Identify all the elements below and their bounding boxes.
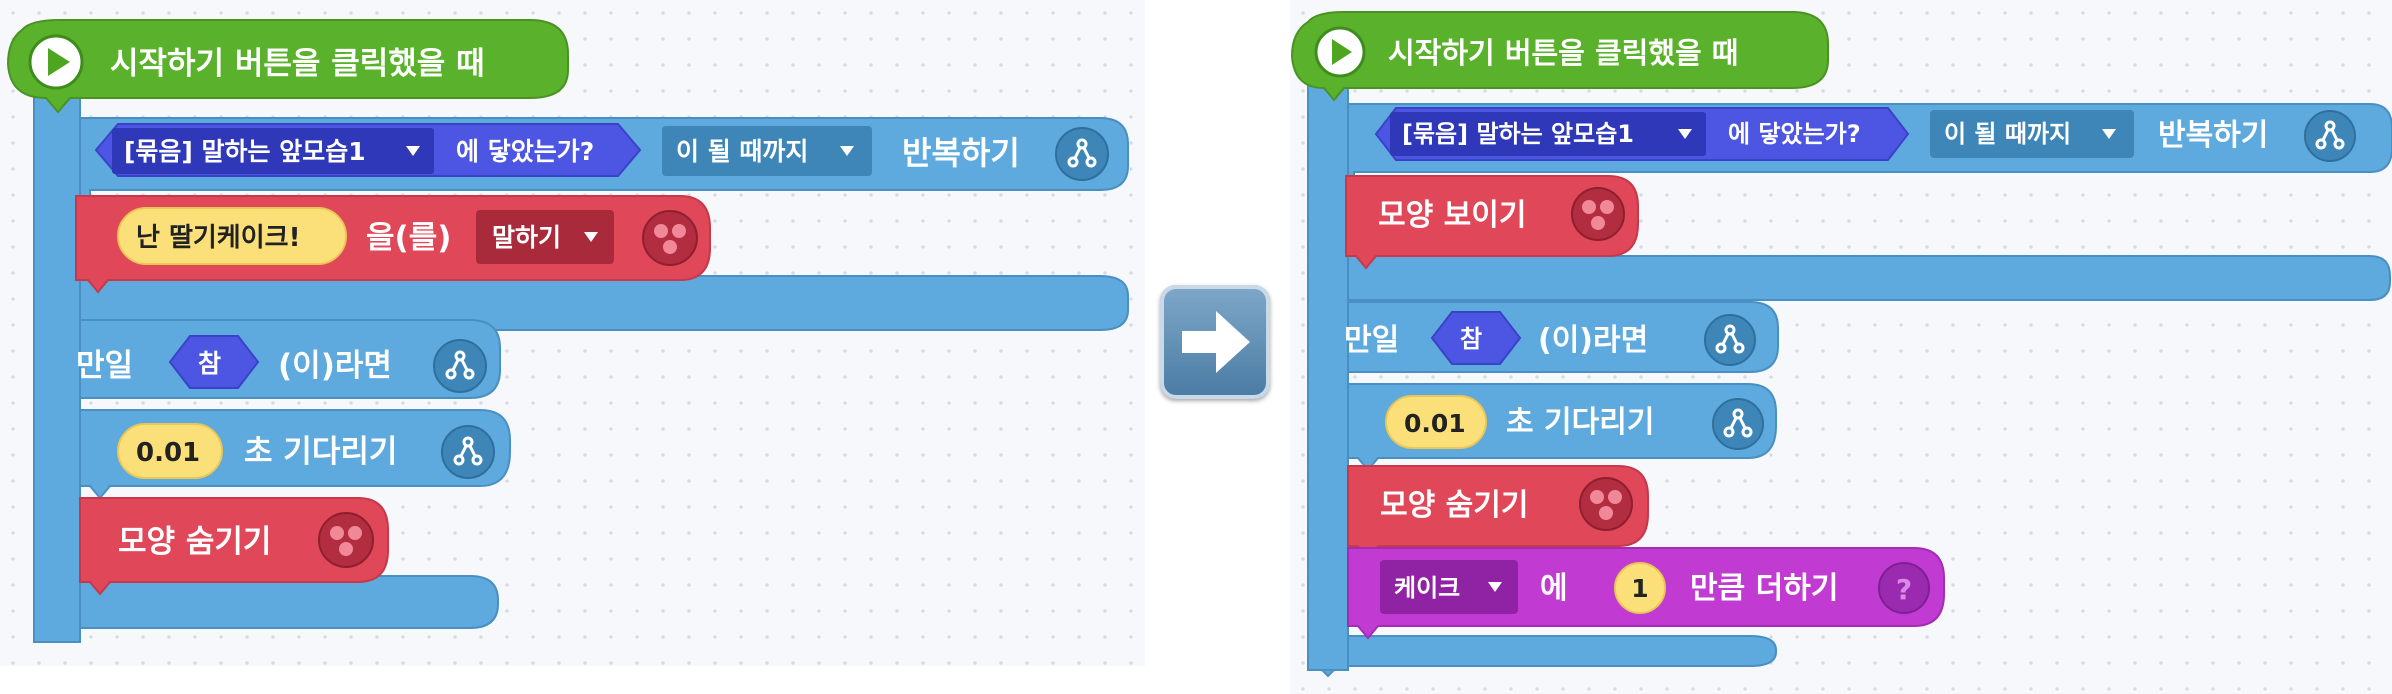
when-start-clicked-block[interactable]: 시작하기 버튼을 클릭했을 때: [6, 19, 569, 114]
hat-label: 시작하기 버튼을 클릭했을 때: [110, 46, 485, 82]
say-particle: 을(를): [366, 220, 451, 256]
add-value: 1: [1631, 574, 1648, 603]
flow-icon: [433, 339, 487, 393]
wait-seconds-block[interactable]: 0.01 초 기다리기: [79, 409, 511, 500]
add-particle: 에: [1540, 571, 1568, 606]
wait-label: 초 기다리기: [1506, 405, 1654, 440]
flow-icon: [1055, 127, 1109, 181]
right-arrow-icon: [1182, 311, 1250, 373]
if-suffix: (이)라면: [278, 348, 392, 384]
say-block[interactable]: 난 딸기케이크! 을(를) 말하기: [75, 195, 711, 294]
wait-seconds-block[interactable]: 0.01 초 기다리기: [1347, 383, 1777, 472]
flow-icon: [441, 425, 495, 479]
flow-icon: [1704, 314, 1756, 366]
flow-icon: [1712, 398, 1764, 450]
say-mode-label: 말하기: [492, 223, 561, 252]
object-dropdown-label: [묶음] 말하는 앞모습1: [124, 137, 366, 166]
looks-icon: [1579, 477, 1633, 531]
touch-label: 에 닿았는가?: [1728, 120, 1861, 148]
show-label: 모양 보이기: [1378, 198, 1526, 233]
wait-seconds-value: 0.01: [136, 438, 200, 468]
next-arrow-button: [1160, 285, 1270, 399]
before-script: 시작하기 버튼을 클릭했을 때 [묶음] 말하는 앞모습1 에 닿았는가? 이 …: [6, 19, 1129, 643]
hide-label: 모양 숨기기: [1380, 488, 1528, 523]
change-variable-block[interactable]: 케이크 에 1 만큼 더하기 ?: [1347, 547, 1945, 640]
hide-block[interactable]: 모양 숨기기: [79, 497, 389, 596]
if-prefix: 만일: [76, 348, 133, 384]
if-suffix: (이)라면: [1538, 323, 1648, 358]
variable-dropdown-label: 케이크: [1394, 574, 1460, 602]
add-label: 만큼 더하기: [1690, 571, 1838, 606]
repeat-mode-label: 이 될 때까지: [676, 137, 808, 166]
after-script: 시작하기 버튼을 클릭했을 때 [묶음] 말하는 앞모습1 에 닿았는가? 이 …: [1290, 11, 2392, 678]
if-condition: 참: [198, 349, 221, 378]
looks-icon: [642, 210, 698, 266]
flow-icon: [2304, 110, 2356, 162]
after-code-area: 시작하기 버튼을 클릭했을 때 [묶음] 말하는 앞모습1 에 닿았는가? 이 …: [1290, 0, 2392, 694]
looks-icon: [1571, 187, 1625, 241]
wait-label: 초 기다리기: [244, 434, 397, 470]
object-dropdown-label: [묶음] 말하는 앞모습1: [1402, 120, 1634, 148]
repeat-label: 반복하기: [2158, 118, 2268, 153]
say-text: 난 딸기케이크!: [136, 223, 300, 253]
repeat-label: 반복하기: [902, 134, 1020, 172]
looks-icon: [318, 512, 374, 568]
hide-label: 모양 숨기기: [118, 524, 271, 560]
if-condition: 참: [1460, 325, 1482, 353]
wait-seconds-value: 0.01: [1404, 409, 1466, 438]
if-prefix: 만일: [1344, 323, 1399, 358]
show-block[interactable]: 모양 보이기: [1345, 175, 1639, 270]
question-glyph: ?: [1896, 573, 1912, 606]
when-start-clicked-block[interactable]: 시작하기 버튼을 클릭했을 때: [1290, 11, 1829, 102]
before-code-area: 시작하기 버튼을 클릭했을 때 [묶음] 말하는 앞모습1 에 닿았는가? 이 …: [0, 0, 1145, 666]
touch-label: 에 닿았는가?: [456, 137, 594, 166]
hide-block[interactable]: 모양 숨기기: [1347, 465, 1649, 560]
hat-label: 시작하기 버튼을 클릭했을 때: [1388, 36, 1738, 70]
repeat-mode-label: 이 될 때까지: [1944, 120, 2071, 148]
